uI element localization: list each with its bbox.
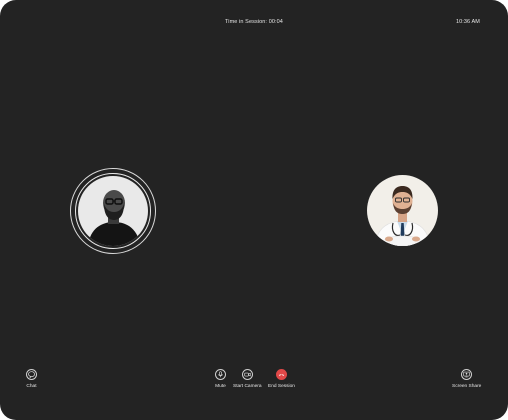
end-session-label: End Session xyxy=(268,384,295,389)
video-session-window: Time in Session: 00:04 10:36 AM Chat Mut… xyxy=(0,0,508,420)
local-participant-tile xyxy=(70,168,156,254)
remote-participant-avatar xyxy=(367,175,438,246)
end-session-button[interactable]: End Session xyxy=(268,369,295,389)
mute-label: Mute xyxy=(215,384,226,389)
screen-share-label: Screen Share xyxy=(452,384,482,389)
local-participant-avatar xyxy=(78,176,148,246)
chat-icon xyxy=(26,369,37,380)
clock: 10:36 AM xyxy=(455,19,480,25)
chat-label: Chat xyxy=(26,384,37,389)
chat-button[interactable]: Chat xyxy=(26,369,37,389)
speaking-ring xyxy=(75,173,151,249)
session-timer: Time in Session: 00:04 xyxy=(225,19,283,25)
microphone-icon xyxy=(215,369,226,380)
start-camera-label: Start Camera xyxy=(233,384,262,389)
end-call-icon xyxy=(275,369,287,380)
start-camera-button[interactable]: Start Camera xyxy=(233,369,262,389)
screen-share-icon xyxy=(461,369,473,380)
mute-button[interactable]: Mute xyxy=(215,369,226,389)
screen-share-button[interactable]: Screen Share xyxy=(452,369,481,389)
camera-icon xyxy=(241,369,253,380)
